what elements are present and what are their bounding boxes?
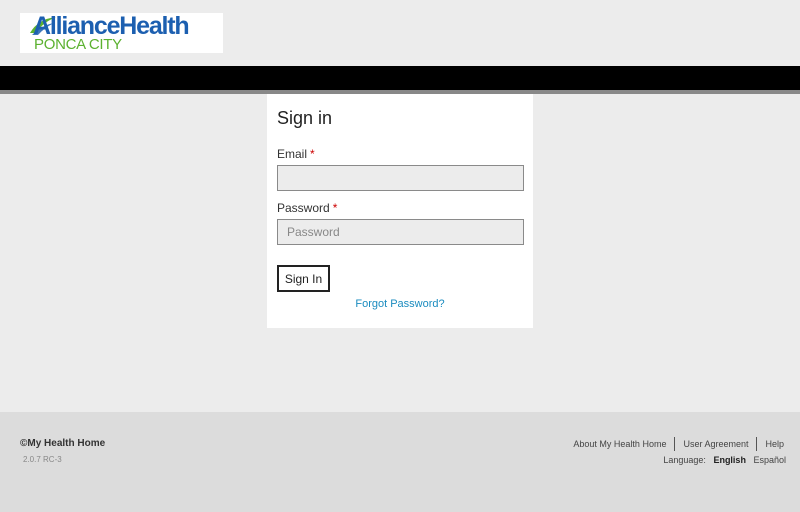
language-espanol-link[interactable]: Español	[753, 455, 786, 465]
header: AllianceHealth PONCA CITY	[0, 0, 800, 66]
link-separator	[756, 437, 758, 451]
footer: ©My Health Home 2.0.7 RC-3 About My Heal…	[0, 412, 800, 512]
user-agreement-link[interactable]: User Agreement	[683, 439, 748, 449]
footer-links: About My Health Home User Agreement Help	[573, 437, 784, 451]
password-field[interactable]	[277, 219, 524, 245]
link-separator	[674, 437, 676, 451]
about-link[interactable]: About My Health Home	[573, 439, 666, 449]
language-english-link[interactable]: English	[713, 455, 746, 465]
email-label-text: Email	[277, 147, 308, 161]
logo-subtitle: PONCA CITY	[34, 36, 122, 53]
password-label: Password *	[277, 201, 337, 215]
sign-in-button[interactable]: Sign In	[277, 265, 330, 292]
required-asterisk: *	[310, 147, 315, 161]
copyright-text: ©My Health Home	[20, 438, 106, 449]
page-title: Sign in	[277, 108, 333, 128]
alliancehealth-logo[interactable]: AllianceHealth PONCA CITY	[20, 13, 223, 53]
sign-in-card: Sign in Email * Password * Sign In Forgot …	[267, 94, 533, 328]
version-text: 2.0.7 RC-3	[23, 455, 62, 464]
required-asterisk: *	[332, 201, 338, 215]
top-navigation-bar	[0, 66, 800, 90]
language-label: Language:	[663, 455, 706, 465]
email-label: Email *	[277, 147, 315, 161]
email-field[interactable]	[277, 165, 524, 191]
language-selector: Language: English Español	[663, 455, 786, 465]
forgot-password-link[interactable]: Forgot Password?	[267, 298, 533, 310]
help-link[interactable]: Help	[765, 439, 784, 449]
password-label-text: Password	[277, 201, 330, 215]
